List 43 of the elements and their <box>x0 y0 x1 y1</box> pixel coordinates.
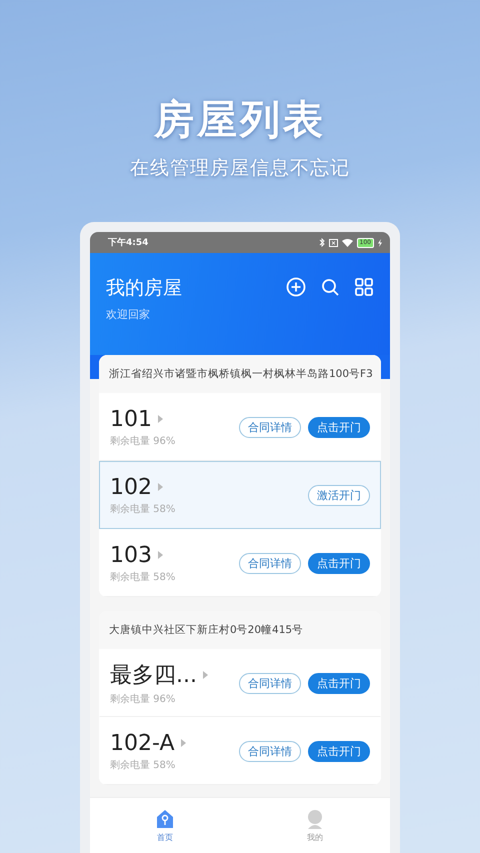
header-subtitle: 欢迎回家 <box>106 307 151 322</box>
open-door-button[interactable]: 点击开门 <box>308 416 370 438</box>
promo-subtitle: 在线管理房屋信息不忘记 <box>130 156 350 181</box>
triangle-icon <box>180 739 186 747</box>
open-door-button[interactable]: 点击开门 <box>308 672 370 694</box>
header-title: 我的房屋 <box>106 276 182 301</box>
battery-remaining: 剩余电量 96% <box>110 692 176 706</box>
triangle-icon <box>158 483 163 491</box>
battery-remaining: 剩余电量 96% <box>110 434 176 448</box>
property-address: 浙江省绍兴市诸暨市枫桥镇枫一村枫林半岛路100号F3 <box>99 355 381 393</box>
search-icon[interactable] <box>320 277 340 297</box>
triangle-icon <box>202 671 208 679</box>
sim-icon <box>328 238 338 246</box>
avatar-icon <box>305 808 325 828</box>
room-row[interactable]: 102 剩余电量 58% 激活开门 <box>99 461 381 529</box>
house-key-icon <box>155 808 175 828</box>
room-name: 101 <box>110 406 152 432</box>
room-name: 102 <box>110 474 152 500</box>
property-address: 大唐镇中兴社区下新庄村0号20幢415号 <box>99 611 381 649</box>
outline-action-button[interactable]: 合同详情 <box>239 552 301 574</box>
room-name: 102-A <box>110 730 174 756</box>
outline-action-button[interactable]: 合同详情 <box>239 740 301 762</box>
open-door-button[interactable]: 点击开门 <box>308 740 370 762</box>
wifi-icon <box>342 238 353 246</box>
outline-action-button[interactable]: 合同详情 <box>239 672 301 694</box>
battery-remaining: 剩余电量 58% <box>110 502 176 516</box>
bluetooth-icon <box>318 238 325 247</box>
nav-tab[interactable]: 首页 <box>90 798 240 853</box>
status-time: 下午4:54 <box>108 236 148 249</box>
triangle-icon <box>158 551 163 559</box>
outline-action-button[interactable]: 合同详情 <box>239 416 301 438</box>
nav-tab[interactable]: 我的 <box>240 798 390 853</box>
charging-icon <box>378 238 382 246</box>
outline-action-button[interactable]: 激活开门 <box>308 484 370 506</box>
promo-title: 房屋列表 <box>154 96 326 145</box>
room-name: 最多四... <box>110 662 197 690</box>
open-door-button[interactable]: 点击开门 <box>308 552 370 574</box>
add-icon[interactable] <box>286 277 306 297</box>
battery-remaining: 剩余电量 58% <box>110 758 176 772</box>
grid-icon[interactable] <box>354 277 374 297</box>
triangle-icon <box>158 415 163 423</box>
room-name: 103 <box>110 542 152 568</box>
battery-remaining: 剩余电量 58% <box>110 570 176 584</box>
